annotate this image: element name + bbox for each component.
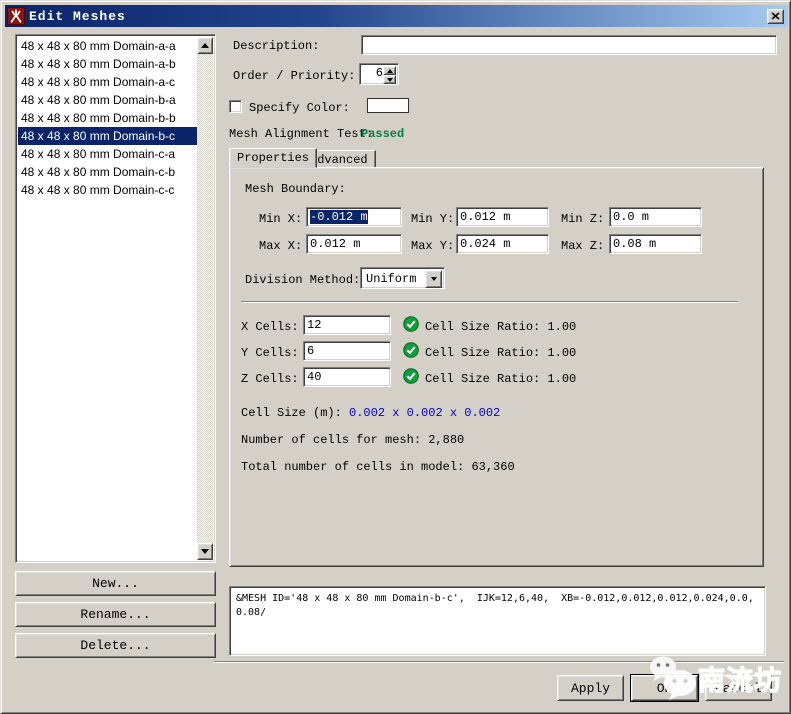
division-method-value: Uniform [363,270,425,286]
bottom-separator [214,661,784,663]
division-method-combo[interactable]: Uniform [360,267,445,289]
cells-in-model: Total number of cells in model: 63,360 [241,460,515,474]
specify-color-checkbox[interactable] [229,100,242,113]
delete-button[interactable]: Delete... [15,633,216,658]
rename-button[interactable]: Rename... [15,602,216,627]
description-label: Description: [233,39,319,53]
cell-size-value: 0.002 x 0.002 x 0.002 [349,406,500,420]
cell-size-line: Cell Size (m): 0.002 x 0.002 x 0.002 [241,406,500,420]
x-cells-label: X Cells: [241,320,299,334]
spin-down-icon [387,78,393,82]
specify-color-label: Specify Color: [249,101,350,115]
rename-button-label: Rename... [80,607,150,622]
max-z-input[interactable]: 0.08 m [609,234,702,254]
edit-meshes-dialog: Edit Meshes 48 x 48 x 80 mm Domain-a-a 4… [0,0,791,714]
fds-record-box[interactable]: &MESH ID='48 x 48 x 80 mm Domain-b-c', I… [229,586,766,656]
max-x-input[interactable]: 0.012 m [306,234,402,254]
ok-button[interactable]: OK [631,675,698,701]
division-method-label: Division Method: [245,273,360,287]
order-priority-spinner[interactable]: 6 [359,63,399,85]
list-item[interactable]: 48 x 48 x 80 mm Domain-a-c [18,73,197,91]
new-button[interactable]: New... [15,571,216,596]
list-item[interactable]: 48 x 48 x 80 mm Domain-c-c [18,181,197,199]
y-cells-input[interactable]: 6 [303,341,391,361]
max-x-label: Max X: [259,239,302,253]
mesh-alignment-status: Passed [361,127,404,141]
spin-up-button[interactable] [383,66,396,75]
ok-button-label: OK [657,681,673,696]
scroll-down-icon [201,549,209,554]
chevron-down-icon [431,277,437,281]
list-item[interactable]: 48 x 48 x 80 mm Domain-a-a [18,37,197,55]
scroll-down-button[interactable] [197,543,213,560]
list-item[interactable]: 48 x 48 x 80 mm Domain-b-b [18,109,197,127]
list-item[interactable]: 48 x 48 x 80 mm Domain-b-a [18,91,197,109]
min-z-label: Min Z: [561,212,604,226]
close-button[interactable] [767,9,784,24]
mesh-alignment-label: Mesh Alignment Test: [229,127,373,141]
divider [241,301,738,303]
apply-button[interactable]: Apply [557,675,624,701]
description-input[interactable] [361,35,777,55]
list-scrollbar[interactable] [197,37,213,560]
fds-record-text: &MESH ID='48 x 48 x 80 mm Domain-b-c', I… [236,593,754,618]
tab-properties[interactable]: Properties [229,148,317,168]
max-z-label: Max Z: [561,239,604,253]
spin-up-icon [387,69,393,73]
list-item[interactable]: 48 x 48 x 80 mm Domain-c-b [18,163,197,181]
z-cells-label: Z Cells: [241,372,299,386]
cells-for-mesh: Number of cells for mesh: 2,880 [241,433,464,447]
max-y-input[interactable]: 0.024 m [456,234,549,254]
combo-dropdown-button[interactable] [425,270,442,288]
min-x-label: Min X: [259,212,302,226]
scroll-up-button[interactable] [197,37,213,54]
check-circle-icon [403,316,419,332]
spin-down-button[interactable] [383,75,396,84]
x-cell-size-ratio: Cell Size Ratio: 1.00 [425,320,576,334]
y-cell-size-ratio: Cell Size Ratio: 1.00 [425,346,576,360]
list-item-selected[interactable]: 48 x 48 x 80 mm Domain-b-c [18,127,197,145]
min-x-value: -0.012 m [310,210,368,224]
mesh-list-items: 48 x 48 x 80 mm Domain-a-a 48 x 48 x 80 … [18,37,197,560]
list-item[interactable]: 48 x 48 x 80 mm Domain-c-a [18,145,197,163]
y-cells-label: Y Cells: [241,346,299,360]
close-icon [771,12,780,20]
min-y-label: Min Y: [411,212,454,226]
scroll-up-icon [201,43,209,48]
mesh-list: 48 x 48 x 80 mm Domain-a-a 48 x 48 x 80 … [15,34,216,563]
max-y-label: Max Y: [411,239,454,253]
x-cells-input[interactable]: 12 [303,315,391,335]
title-bar: Edit Meshes [5,5,788,27]
z-cell-size-ratio: Cell Size Ratio: 1.00 [425,372,576,386]
cancel-button[interactable]: Cancel [705,675,772,701]
order-priority-label: Order / Priority: [233,69,355,83]
apply-button-label: Apply [571,681,610,696]
order-priority-value[interactable]: 6 [361,65,385,83]
mesh-boundary-title: Mesh Boundary: [245,182,346,196]
new-button-label: New... [92,576,139,591]
fire-app-icon [7,7,25,25]
cell-size-label: Cell Size (m): [241,406,342,420]
list-item[interactable]: 48 x 48 x 80 mm Domain-a-b [18,55,197,73]
min-y-input[interactable]: 0.012 m [456,207,549,227]
cancel-button-label: Cancel [715,681,762,696]
color-swatch[interactable] [367,98,409,113]
window-title: Edit Meshes [29,9,767,24]
check-circle-icon [403,368,419,384]
min-x-input[interactable]: -0.012 m [306,207,402,227]
z-cells-input[interactable]: 40 [303,367,391,387]
delete-button-label: Delete... [80,638,150,653]
min-z-input[interactable]: 0.0 m [609,207,702,227]
check-circle-icon [403,342,419,358]
